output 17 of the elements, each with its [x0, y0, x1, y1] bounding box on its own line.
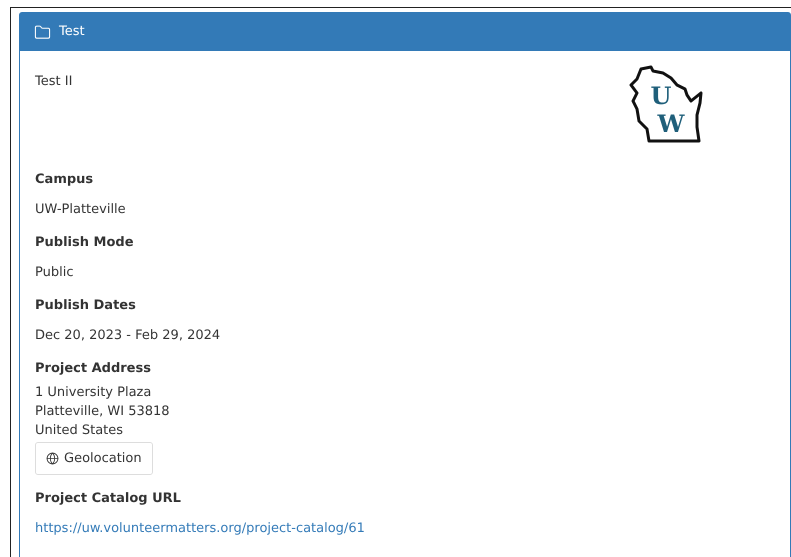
- field-label: Project Address: [35, 360, 152, 378]
- globe-icon: [46, 452, 59, 465]
- address-line: Platteville, WI 53818: [35, 403, 170, 421]
- address-line: 1 University Plaza: [35, 384, 152, 402]
- folder-icon: [34, 24, 51, 40]
- field-label: Publish Mode: [35, 234, 135, 252]
- description: Test II: [35, 73, 72, 91]
- field-value: Public: [35, 264, 74, 282]
- field-label: Project Catalog URL: [35, 490, 182, 508]
- field-value: UW-Platteville: [35, 201, 126, 219]
- catalog-link[interactable]: https://uw.volunteermatters.org/project-catalog/61: [35, 519, 365, 538]
- geolocation-button[interactable]: Geolocation: [35, 442, 153, 475]
- field-label: Publish Dates: [35, 297, 137, 315]
- field-label: Campus: [35, 171, 94, 189]
- field-value: Dec 20, 2023 - Feb 29, 2024: [35, 327, 220, 345]
- address-line: United States: [35, 422, 124, 440]
- panel-title: Test: [59, 23, 85, 42]
